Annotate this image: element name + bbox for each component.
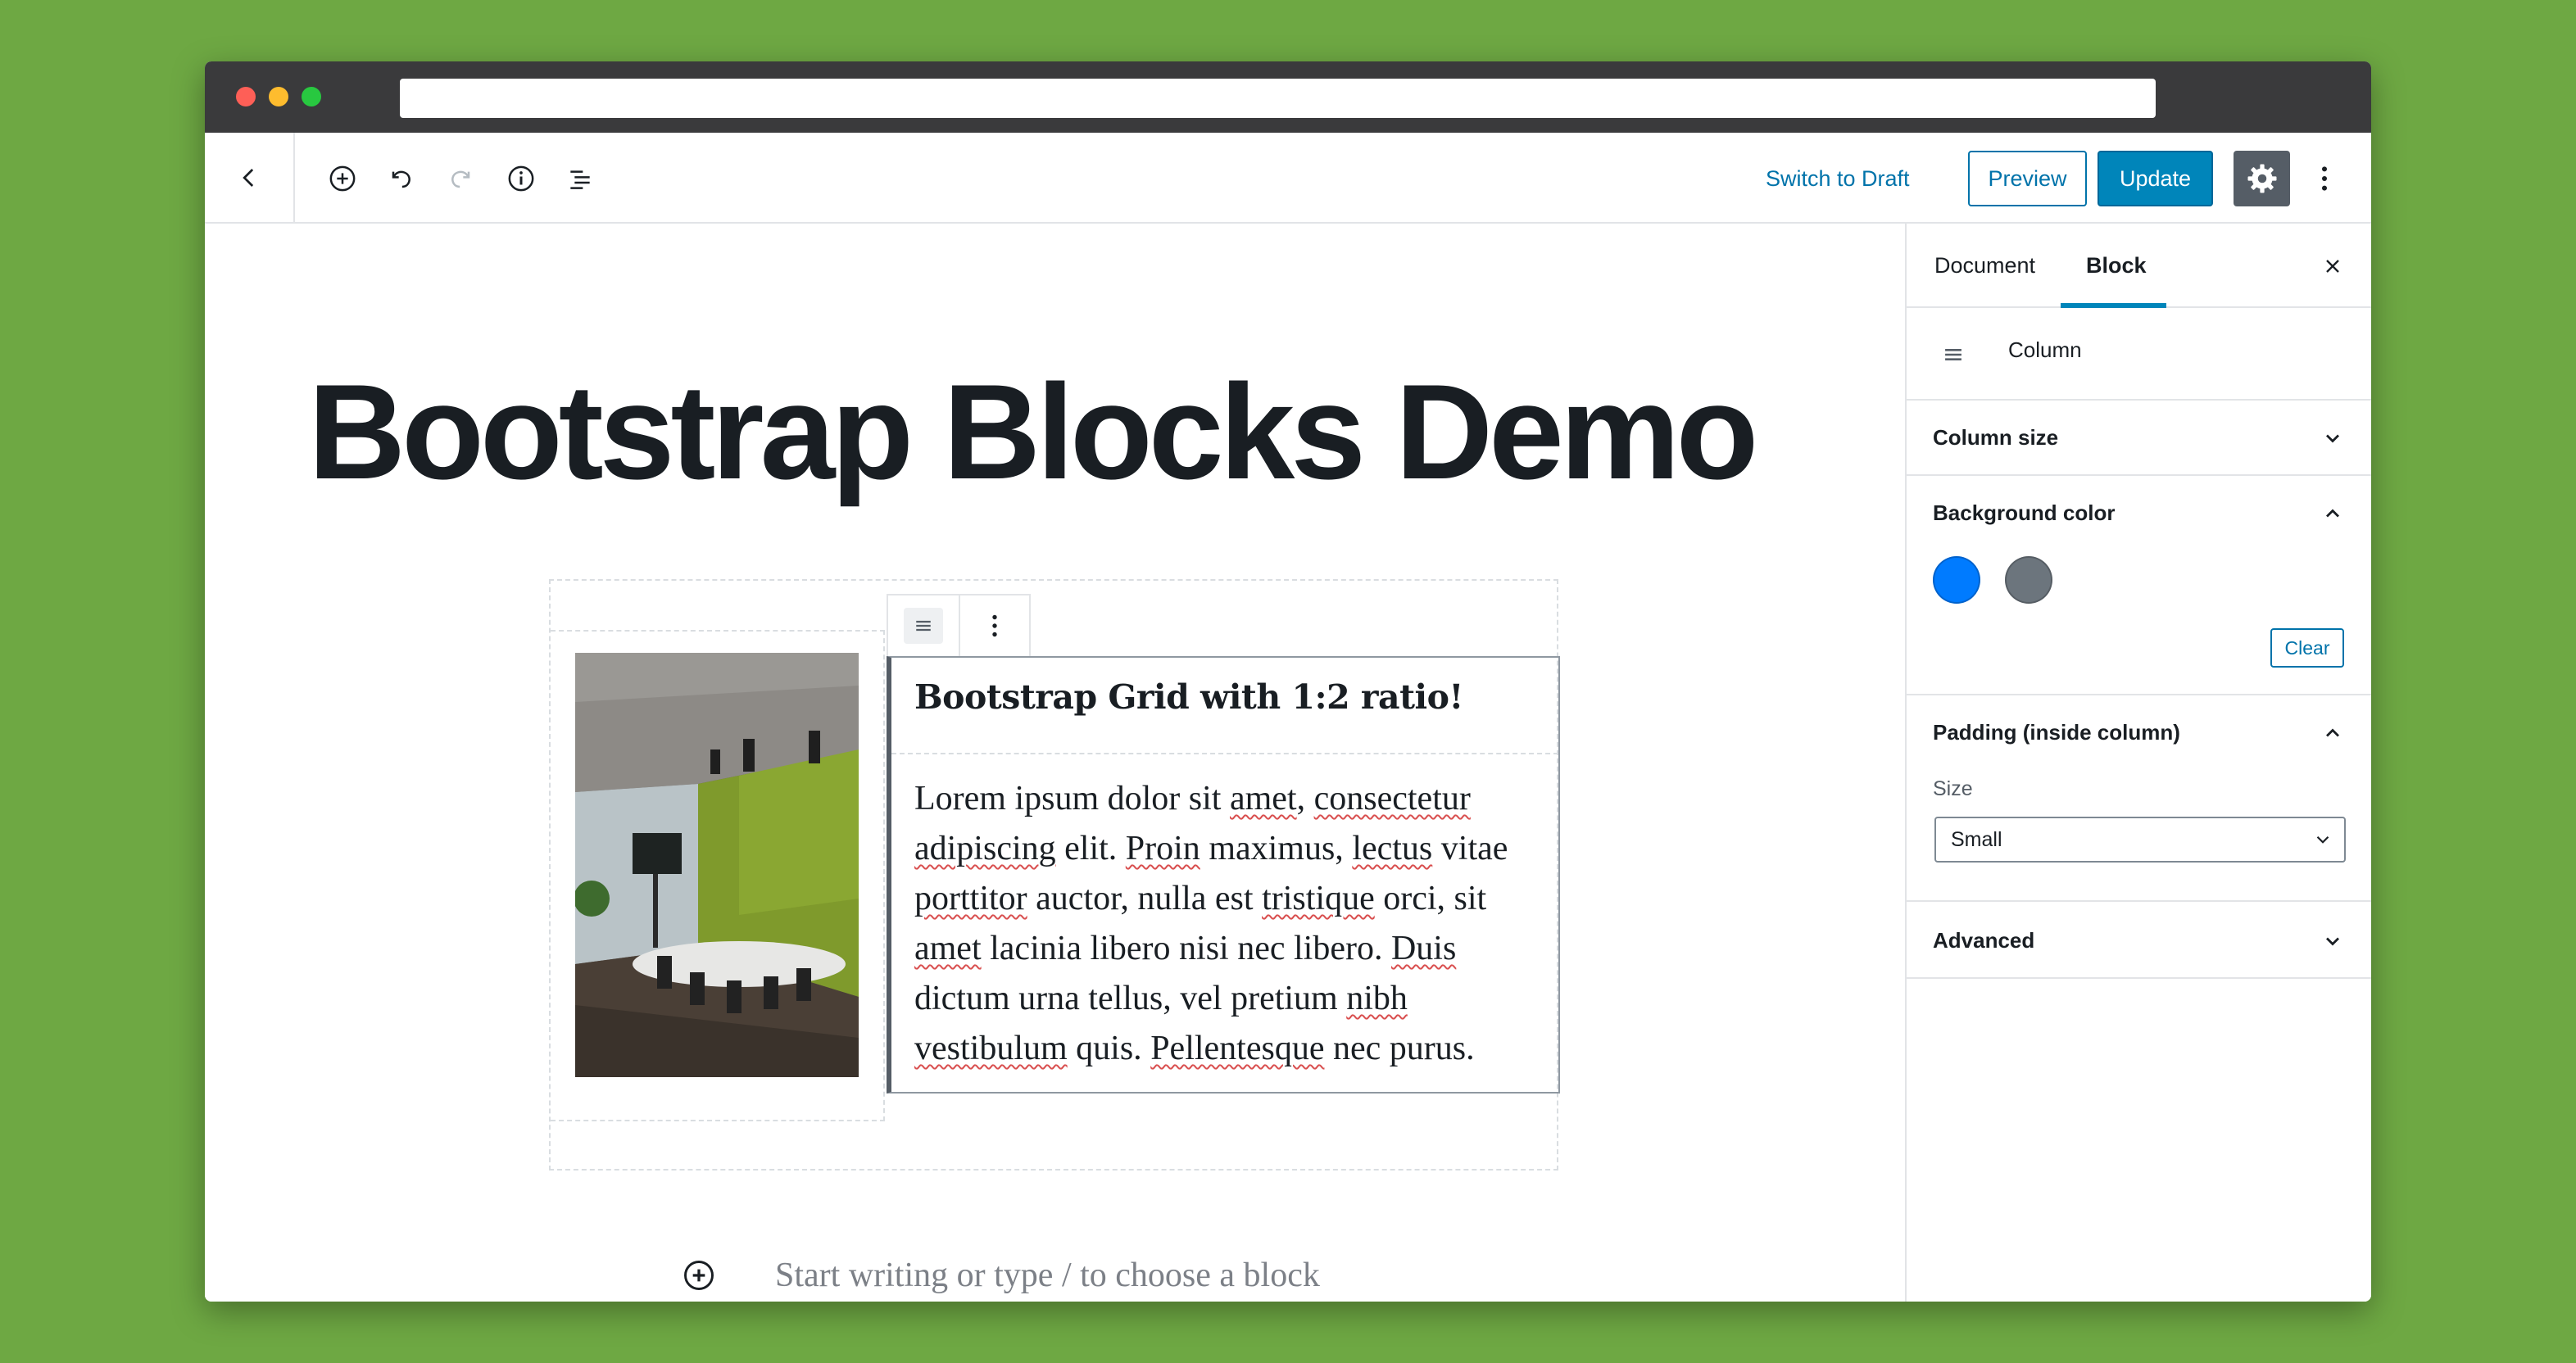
block-more-options-button[interactable] xyxy=(958,595,1029,656)
redo-button[interactable] xyxy=(439,157,482,200)
paragraph-block[interactable]: Lorem ipsum dolor sit amet, consectetur … xyxy=(914,774,1553,1074)
block-card: Column xyxy=(1907,308,2371,401)
color-swatch-secondary[interactable] xyxy=(2005,556,2052,604)
block-toolbar xyxy=(887,594,1031,658)
heading-block[interactable]: Bootstrap Grid with 1:2 ratio! xyxy=(891,658,1558,754)
misspelled-word: consectetur xyxy=(1313,780,1471,817)
panel-background-color-title[interactable]: Background color xyxy=(1933,500,2115,526)
more-options-button[interactable] xyxy=(2304,151,2345,206)
misspelled-word: vestibulum xyxy=(914,1030,1068,1067)
paragraph-text: quis. xyxy=(1067,1030,1151,1067)
column-block-icon xyxy=(1939,341,1967,373)
plus-circle-icon xyxy=(329,165,356,192)
info-button[interactable] xyxy=(500,157,542,200)
panel-padding-title[interactable]: Padding (inside column) xyxy=(1933,720,2180,745)
editor-toolbar: Switch to Draft Preview Update xyxy=(205,133,2371,224)
more-vertical-icon xyxy=(2322,166,2327,191)
paragraph-text: dictum urna tellus, vel pretium xyxy=(914,980,1347,1017)
plus-circle-icon xyxy=(684,1261,714,1290)
misspelled-word: porttitor xyxy=(914,880,1027,917)
paragraph-text: Lorem ipsum dolor sit xyxy=(914,780,1230,817)
paragraph-text: elit. xyxy=(1055,830,1126,867)
padding-size-select[interactable]: Small xyxy=(1934,817,2346,863)
close-sidebar-button[interactable] xyxy=(2316,250,2349,283)
heading-text[interactable]: Bootstrap Grid with 1:2 ratio! xyxy=(914,677,1463,717)
chevron-down-icon xyxy=(2310,826,2336,853)
sidebar-tabs: Document Block xyxy=(1907,224,2371,308)
column-type-icon xyxy=(916,620,931,632)
chevron-up-icon[interactable] xyxy=(2316,717,2349,749)
chevron-up-icon[interactable] xyxy=(2316,497,2349,530)
address-bar[interactable] xyxy=(400,79,2156,118)
column-block-left[interactable] xyxy=(551,630,885,1121)
panel-advanced[interactable]: Advanced xyxy=(1907,902,2371,979)
redo-icon xyxy=(451,170,470,188)
paragraph-text: , xyxy=(1296,780,1314,817)
misspelled-word: nibh xyxy=(1346,980,1408,1017)
misspelled-word: Duis xyxy=(1390,930,1457,967)
settings-button[interactable] xyxy=(2234,151,2290,206)
column-block-right[interactable]: Bootstrap Grid with 1:2 ratio! Lorem ips… xyxy=(887,656,1560,1094)
chevron-left-icon xyxy=(243,168,254,187)
preview-button[interactable]: Preview xyxy=(1968,151,2087,206)
close-icon xyxy=(2326,260,2339,273)
minimize-window-button[interactable] xyxy=(269,87,288,106)
browser-window: Switch to Draft Preview Update Bootstrap… xyxy=(205,61,2371,1302)
inline-add-block-button[interactable] xyxy=(680,1257,718,1294)
paragraph-text: vitae xyxy=(1432,830,1508,867)
color-swatch-primary[interactable] xyxy=(1933,556,1980,604)
misspelled-word: tristique xyxy=(1262,880,1375,917)
block-type-button[interactable] xyxy=(888,595,959,656)
paragraph-text: nec purus. xyxy=(1324,1030,1475,1067)
paragraph-text: lacinia libero nisi nec libero. xyxy=(981,930,1391,967)
paragraph-text: orci, sit xyxy=(1374,880,1487,917)
panel-column-size-title[interactable]: Column size xyxy=(1933,425,2058,451)
switch-to-draft-link[interactable]: Switch to Draft xyxy=(1766,157,1910,200)
settings-sidebar: Document Block Column Column size Backgr… xyxy=(1905,224,2371,1302)
block-navigation-button[interactable] xyxy=(559,157,601,200)
meeting-room-image[interactable] xyxy=(575,653,859,1077)
misspelled-word: lectus xyxy=(1352,830,1433,867)
tab-document[interactable]: Document xyxy=(1934,253,2035,278)
more-vertical-icon xyxy=(992,614,997,637)
add-block-button[interactable] xyxy=(321,157,364,200)
browser-titlebar xyxy=(205,61,2371,133)
gear-icon xyxy=(2247,164,2276,193)
padding-size-value: Small xyxy=(1951,828,2002,851)
misspelled-word: amet xyxy=(914,930,982,967)
clear-color-button[interactable]: Clear xyxy=(2270,628,2344,668)
paragraph-text: maximus, xyxy=(1200,830,1353,867)
default-block-placeholder[interactable]: Start writing or type / to choose a bloc… xyxy=(775,1256,1320,1295)
post-title[interactable]: Bootstrap Blocks Demo xyxy=(308,355,1758,509)
tab-block[interactable]: Block xyxy=(2086,253,2147,278)
size-label: Size xyxy=(1933,777,1973,800)
undo-button[interactable] xyxy=(380,157,423,200)
undo-icon xyxy=(392,170,410,188)
update-button[interactable]: Update xyxy=(2098,151,2213,206)
panel-background-color: Background color Clear xyxy=(1907,476,2371,695)
close-window-button[interactable] xyxy=(236,87,256,106)
misspelled-word: Proin xyxy=(1125,830,1200,867)
misspelled-word: Pellentesque xyxy=(1150,1030,1325,1067)
info-icon xyxy=(508,165,534,192)
editor-canvas: Bootstrap Blocks Demo Bootstrap Grid wit… xyxy=(205,224,1905,1302)
paragraph-text: auctor, nulla est xyxy=(1027,880,1263,917)
bootstrap-row-block[interactable]: Bootstrap Grid with 1:2 ratio! Lorem ips… xyxy=(549,579,1560,1171)
panel-column-size[interactable]: Column size xyxy=(1907,401,2371,476)
block-card-title: Column xyxy=(2008,337,2082,362)
panel-advanced-title[interactable]: Advanced xyxy=(1933,928,2034,953)
misspelled-word: adipiscing xyxy=(914,830,1056,867)
maximize-window-button[interactable] xyxy=(302,87,321,106)
chevron-down-icon[interactable] xyxy=(2316,422,2349,455)
back-button[interactable] xyxy=(205,133,295,222)
misspelled-word: amet xyxy=(1229,780,1297,817)
chevron-down-icon[interactable] xyxy=(2316,925,2349,958)
panel-padding: Padding (inside column) Size Small xyxy=(1907,695,2371,902)
list-view-icon xyxy=(570,170,590,189)
